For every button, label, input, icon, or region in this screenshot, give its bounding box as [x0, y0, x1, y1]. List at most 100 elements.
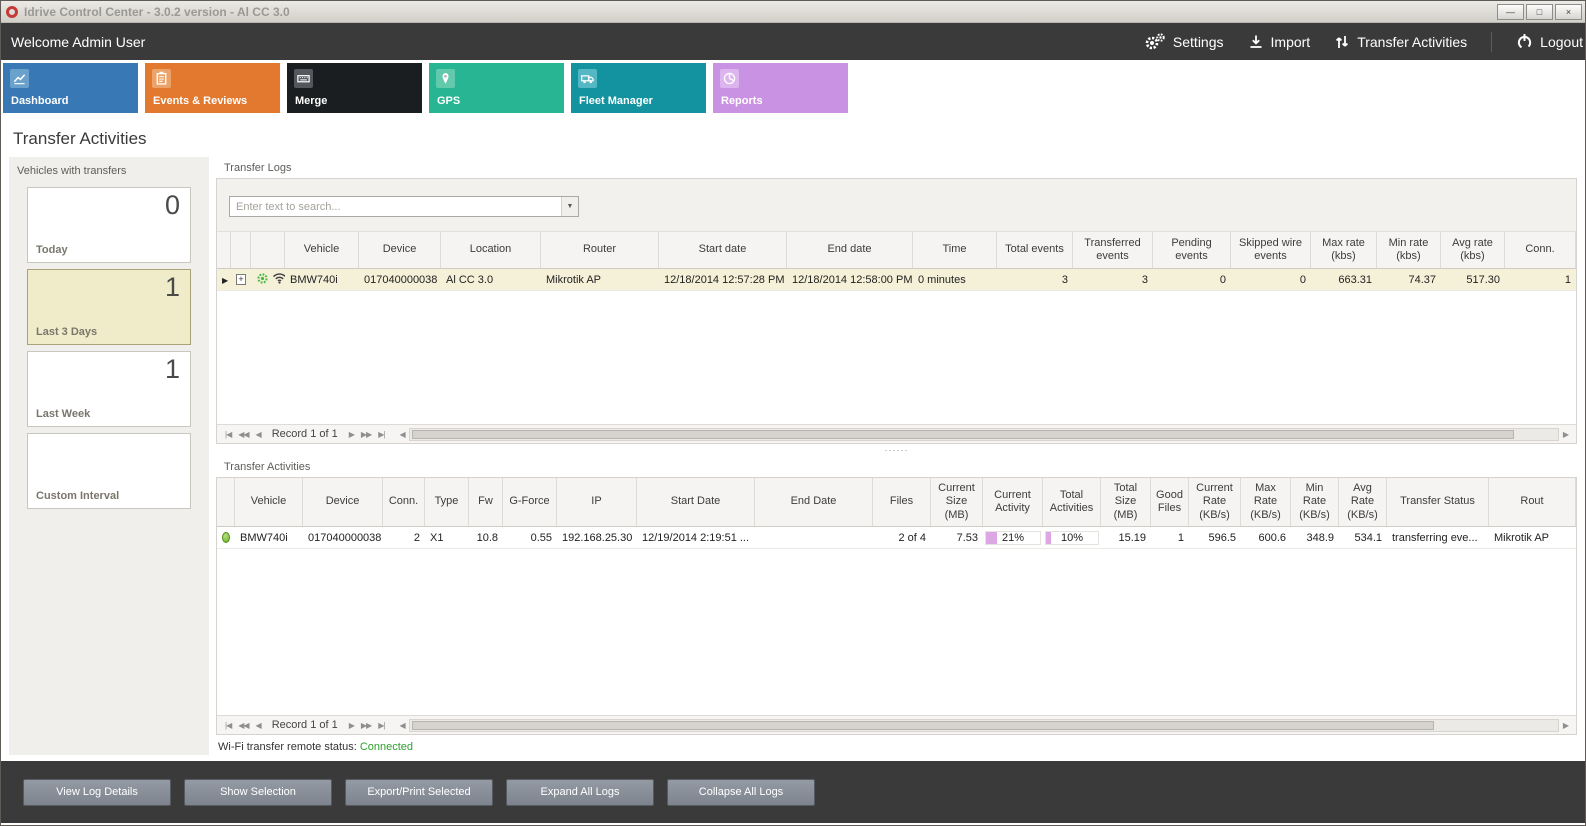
- activities-table-row[interactable]: BMW740i 017040000038 2 X1 10.8 0.55 192.…: [217, 527, 1576, 549]
- prev-button[interactable]: ◀: [254, 430, 263, 439]
- tab-gps[interactable]: GPS: [429, 63, 564, 113]
- topbar-actions: Settings Import Transfer: [1144, 32, 1583, 52]
- tab-events-reviews[interactable]: Events & Reviews: [145, 63, 280, 113]
- logs-col-start-date[interactable]: Start date: [659, 232, 787, 268]
- logs-hscroll-area: ◀ ▶: [397, 428, 1570, 441]
- acts-col-total-activities[interactable]: Total Activities: [1043, 478, 1101, 526]
- acts-col-start-date[interactable]: Start Date: [637, 478, 755, 526]
- transfer-arrows-icon: [1334, 34, 1350, 50]
- activities-grid-header: Vehicle Device Conn. Type Fw G-Force IP …: [217, 478, 1576, 527]
- logs-col-avg-rate[interactable]: Avg rate (kbs): [1441, 232, 1505, 268]
- acts-col-conn[interactable]: Conn.: [383, 478, 425, 526]
- acts-col-type[interactable]: Type: [425, 478, 469, 526]
- expand-all-logs-button[interactable]: Expand All Logs: [506, 779, 654, 806]
- card-today[interactable]: 0 Today: [27, 187, 191, 263]
- transfer-activities-button[interactable]: Transfer Activities: [1334, 34, 1467, 50]
- acts-scroll-right-button[interactable]: ▶: [1561, 721, 1570, 730]
- logs-col-icons: [251, 232, 285, 268]
- maximize-button[interactable]: □: [1526, 4, 1553, 20]
- acts-next-button[interactable]: ▶: [347, 721, 356, 730]
- logs-col-skipped-wire-events[interactable]: Skipped wire events: [1231, 232, 1311, 268]
- activities-pager: |◀ ◀◀ ◀ Record 1 of 1 ▶ ▶▶ ▶| ◀ ▶: [217, 715, 1576, 734]
- logs-col-pending-events[interactable]: Pending events: [1153, 232, 1231, 268]
- settings-button[interactable]: Settings: [1144, 33, 1224, 51]
- logs-col-time[interactable]: Time: [913, 232, 997, 268]
- scroll-left-button[interactable]: ◀: [397, 430, 406, 439]
- logs-col-location[interactable]: Location: [441, 232, 541, 268]
- acts-fast-next-button[interactable]: ▶▶: [359, 721, 373, 730]
- logs-col-vehicle[interactable]: Vehicle: [285, 232, 359, 268]
- acts-first-page-button[interactable]: |◀: [223, 721, 233, 730]
- first-page-button[interactable]: |◀: [223, 430, 233, 439]
- acts-scroll-left-button[interactable]: ◀: [397, 721, 406, 730]
- acts-col-total-size[interactable]: Total Size (MB): [1101, 478, 1151, 526]
- card-custom-interval[interactable]: Custom Interval: [27, 433, 191, 509]
- acts-col-ip[interactable]: IP: [557, 478, 637, 526]
- card-last-3-days[interactable]: 1 Last 3 Days: [27, 269, 191, 345]
- close-button[interactable]: ×: [1555, 4, 1582, 20]
- logs-col-device[interactable]: Device: [359, 232, 441, 268]
- logs-col-router[interactable]: Router: [541, 232, 659, 268]
- acts-col-fw[interactable]: Fw: [469, 478, 503, 526]
- logs-cell-router: Mikrotik AP: [541, 274, 659, 286]
- panel-splitter[interactable]: ······: [216, 444, 1577, 456]
- next-button[interactable]: ▶: [347, 430, 356, 439]
- acts-cell-current-rate: 596.5: [1189, 532, 1241, 544]
- last-page-button[interactable]: ▶|: [376, 430, 386, 439]
- logs-table-row[interactable]: ▶ + BMW740i 017040000038: [217, 269, 1576, 291]
- fast-prev-button[interactable]: ◀◀: [236, 430, 250, 439]
- logs-pager: |◀ ◀◀ ◀ Record 1 of 1 ▶ ▶▶ ▶| ◀ ▶: [217, 424, 1576, 443]
- acts-col-current-size[interactable]: Current Size (MB): [931, 478, 983, 526]
- acts-col-max-rate[interactable]: Max Rate (KB/s): [1241, 478, 1291, 526]
- acts-col-device[interactable]: Device: [303, 478, 383, 526]
- acts-col-min-rate[interactable]: Min Rate (KB/s): [1291, 478, 1339, 526]
- acts-col-vehicle[interactable]: Vehicle: [235, 478, 303, 526]
- main-area: Transfer Logs ▼ Vehicle Device Location …: [216, 157, 1577, 755]
- acts-col-files[interactable]: Files: [873, 478, 931, 526]
- acts-prev-button[interactable]: ◀: [254, 721, 263, 730]
- tab-merge[interactable]: Merge: [287, 63, 422, 113]
- acts-last-page-button[interactable]: ▶|: [376, 721, 386, 730]
- minimize-button[interactable]: —: [1497, 4, 1524, 20]
- acts-h-scrollbar[interactable]: [409, 719, 1559, 732]
- export-print-selected-button[interactable]: Export/Print Selected: [345, 779, 493, 806]
- collapse-all-logs-button[interactable]: Collapse All Logs: [667, 779, 815, 806]
- topbar: Welcome Admin User Settings: [1, 23, 1585, 60]
- show-selection-button[interactable]: Show Selection: [184, 779, 332, 806]
- acts-col-avg-rate[interactable]: Avg Rate (KB/s): [1339, 478, 1387, 526]
- expand-row-button[interactable]: +: [236, 274, 246, 285]
- logs-scrollbar-thumb[interactable]: [412, 430, 1514, 439]
- import-button[interactable]: Import: [1248, 34, 1311, 50]
- acts-col-g-force[interactable]: G-Force: [503, 478, 557, 526]
- acts-col-transfer-status[interactable]: Transfer Status: [1387, 478, 1489, 526]
- search-input[interactable]: [230, 197, 561, 216]
- acts-cell-files: 2 of 4: [873, 532, 931, 544]
- acts-col-good-files[interactable]: Good Files: [1151, 478, 1189, 526]
- logs-col-conn[interactable]: Conn.: [1505, 232, 1576, 268]
- transfer-logs-panel: ▼ Vehicle Device Location Router Start d…: [216, 178, 1577, 444]
- logs-h-scrollbar[interactable]: [409, 428, 1559, 441]
- logs-col-end-date[interactable]: End date: [787, 232, 913, 268]
- acts-col-router[interactable]: Rout: [1489, 478, 1576, 526]
- acts-col-end-date[interactable]: End Date: [755, 478, 873, 526]
- acts-col-current-rate[interactable]: Current Rate (KB/s): [1189, 478, 1241, 526]
- tab-fleet-manager[interactable]: Fleet Manager: [571, 63, 706, 113]
- acts-scrollbar-thumb[interactable]: [412, 721, 1434, 730]
- logs-col-min-rate[interactable]: Min rate (kbs): [1377, 232, 1441, 268]
- logs-col-total-events[interactable]: Total events: [997, 232, 1073, 268]
- logout-button[interactable]: Logout: [1516, 33, 1583, 50]
- fast-next-button[interactable]: ▶▶: [359, 430, 373, 439]
- clipboard-icon: [152, 69, 171, 88]
- card-last-3-days-label: Last 3 Days: [36, 326, 97, 338]
- logs-col-max-rate[interactable]: Max rate (kbs): [1311, 232, 1377, 268]
- card-last-week[interactable]: 1 Last Week: [27, 351, 191, 427]
- scroll-right-button[interactable]: ▶: [1561, 430, 1570, 439]
- tab-reports[interactable]: Reports: [713, 63, 848, 113]
- tab-dashboard[interactable]: Dashboard: [3, 63, 138, 113]
- search-dropdown-button[interactable]: ▼: [561, 197, 578, 216]
- acts-fast-prev-button[interactable]: ◀◀: [236, 721, 250, 730]
- acts-col-current-activity[interactable]: Current Activity: [983, 478, 1043, 526]
- view-log-details-button[interactable]: View Log Details: [23, 779, 171, 806]
- logs-cell-pending-events: 0: [1153, 274, 1231, 286]
- logs-col-transferred-events[interactable]: Transferred events: [1073, 232, 1153, 268]
